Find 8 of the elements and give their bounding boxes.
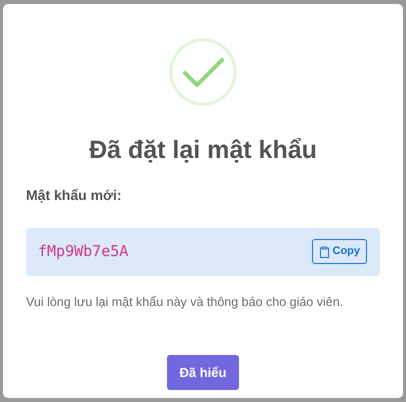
note-text: Vui lòng lưu lại mật khẩu này và thông báo cho giáo viên. (26, 294, 344, 311)
password-text: fMp9Wb7e5A (38, 241, 128, 262)
clipboard-icon (318, 246, 330, 258)
dialog-title: Đã đặt lại mật khẩu (89, 135, 317, 166)
check-icon (169, 38, 237, 106)
copy-button[interactable]: Copy (312, 239, 367, 264)
confirm-button[interactable]: Đã hiểu (166, 355, 240, 390)
password-label: Mật khẩu mới: (26, 186, 123, 204)
